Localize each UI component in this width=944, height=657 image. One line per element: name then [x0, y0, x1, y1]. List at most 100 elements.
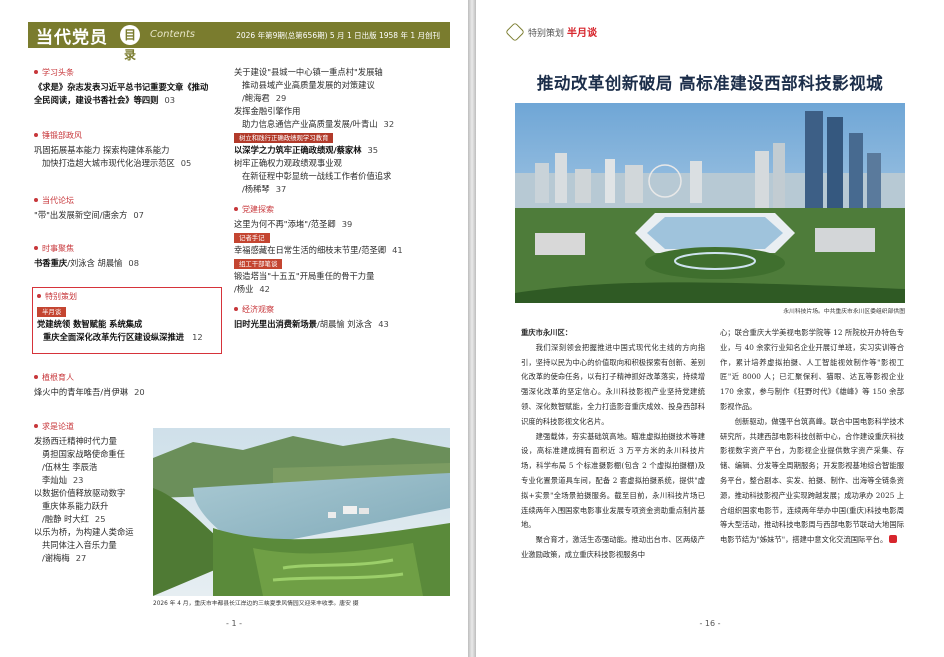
toc-section-tebie: 特别策划 半月谈 党建统领 数智赋能 系统集成 重庆全面深化改革先行区建设纵深推…: [37, 290, 227, 344]
contents-badge: 目录: [120, 25, 140, 62]
bullet-icon: [37, 294, 41, 298]
toc-entry: 重庆全面深化改革先行区建设纵深推进: [43, 332, 185, 342]
toc-entry: 加快打造超大城市现代化治理示范区: [42, 158, 175, 168]
section-title: 植根育人: [42, 373, 74, 382]
column-tag: 半月谈: [37, 307, 67, 317]
section-title: 学习头条: [42, 68, 74, 77]
column-brand: 半月谈: [567, 28, 598, 39]
column-tag: 组工干部笔谈: [234, 259, 283, 269]
toc-entry[interactable]: 在新征程中彰显统一战线工作者价值追求: [234, 170, 454, 183]
toc-entry: 烽火中的青年唯吾/肖伊琳: [34, 387, 129, 397]
section-title: 当代论坛: [42, 196, 74, 205]
page-number-footer: - 16 -: [699, 619, 721, 628]
page-number: 05: [180, 158, 192, 168]
toc-entry: 旧时光里出消费新场景: [234, 319, 317, 329]
article-paragraph: 心；联合重庆大学美视电影学院等 12 所院校开办特色专业，与 40 余家行业知名…: [720, 328, 904, 411]
page-number: 37: [275, 184, 287, 194]
bullet-icon: [234, 207, 238, 211]
bullet-icon: [34, 198, 38, 202]
toc-entry[interactable]: 发挥金融引擎作用: [234, 105, 454, 118]
toc-author: /谢梅梅: [42, 553, 70, 563]
toc-entry[interactable]: 发扬西迁精神时代力量: [34, 435, 152, 448]
toc-entry[interactable]: 推动县域产业高质量发展的对策建议: [234, 79, 454, 92]
toc-author: /胡晨愉 刘泳含: [316, 319, 373, 329]
issue-info: 2026 年第9期(总第656期) 5 月 1 日出版 1958 年 1 月创刊: [236, 31, 440, 40]
bullet-icon: [34, 424, 38, 428]
page-number: 12: [192, 332, 203, 342]
toc-entry: 这里为何不再"添堵"/范圣卿: [234, 219, 336, 229]
toc-entry[interactable]: 锻造塔当"十五五"开局重任的骨干力量: [234, 270, 454, 283]
toc-column-2: 关于建设"县城一中心镇一重点村"发展轴 推动县域产业高质量发展的对策建议 /鲍海…: [234, 66, 454, 331]
toc-author: /融静 时大红: [42, 514, 89, 524]
toc-section-shishi: 时事聚焦 书香重庆/刘泳含 胡晨愉 08: [34, 242, 234, 270]
article-column-left: 重庆市永川区： 我们深刻领会把握推进中国式现代化主线的方向指引，坚持以民为中心的…: [521, 326, 705, 563]
page-number: 03: [164, 95, 176, 105]
page-number: 29: [275, 93, 287, 103]
page-number: 39: [341, 219, 353, 229]
toc-entry[interactable]: 《求是》杂志发表习近平总书记重要文章《推动: [34, 81, 234, 94]
toc-section-biaogan: 锤锻部政风 巩固拓展基本能力 探索构建体系能力 加快打造超大城市现代化治理示范区…: [34, 129, 234, 170]
section-title: 经济观察: [242, 305, 274, 314]
section-title: 时事聚焦: [42, 244, 74, 253]
toc-author: /杨业: [234, 284, 254, 294]
toc-entry[interactable]: 重庆体系能力跃升: [34, 500, 152, 513]
toc-entry[interactable]: 以乐为桥，为构建人类命运: [34, 526, 152, 539]
end-mark-icon: [889, 535, 898, 544]
section-title: 锤锻部政风: [42, 131, 82, 140]
page-number: 07: [133, 210, 144, 220]
article-dateline: 重庆市永川区：: [521, 328, 573, 337]
page-number: 41: [392, 245, 403, 255]
book-gutter: [468, 0, 476, 657]
page-number: 23: [72, 475, 84, 485]
bullet-icon: [34, 70, 38, 74]
page-number-footer: - 1 -: [226, 619, 242, 628]
toc-entry: 全民阅读，建设书香社会》等四则: [34, 95, 159, 105]
hexagon-logo-icon: [505, 22, 525, 42]
toc-entry: 幸福感藏在日常生活的细枝末节里/范圣卿: [234, 245, 387, 255]
page-number: 20: [134, 387, 145, 397]
yangtze-river-photo: [153, 428, 450, 596]
photo-caption: 永川科技片场。中共重庆市永川区委组织部供图: [783, 309, 905, 315]
article-paragraph: 我们深刻领会把握推进中国式现代化主线的方向指引，坚持以民为中心的价值取向和积极探…: [521, 342, 705, 426]
masthead: 当代党员 目录 Contents 2026 年第9期(总第656期) 5 月 1…: [28, 22, 450, 62]
toc-entry[interactable]: 关于建设"县城一中心镇一重点村"发展轴: [234, 66, 454, 79]
column-tag: 树立和践行正确政绩观学习教育: [234, 133, 334, 143]
toc-section-yuren: 植根育人 烽火中的青年唯吾/肖伊琳 20: [34, 371, 234, 399]
column-tag: 记者手记: [234, 233, 270, 243]
toc-entry: 书香重庆: [34, 258, 68, 268]
toc-author: 李灿灿: [42, 475, 67, 485]
toc-author: /杨稀琴: [242, 184, 270, 194]
section-title: 党建探索: [242, 205, 274, 214]
toc-entry: 助力信息通信产业高质量发展/叶青山: [242, 119, 378, 129]
article-column-right: 心；联合重庆大学美视电影学院等 12 所院校开办特色专业，与 40 余家行业知名…: [720, 326, 904, 548]
toc-entry[interactable]: 巩固拓展基本能力 探索构建体系能力: [34, 144, 234, 157]
page-number: 08: [128, 258, 139, 268]
photo-caption: 2026 年 4 月，重庆市丰都县长江岸边的三峡夏季风情园又迎来丰收季。唐安 摄: [153, 601, 359, 607]
toc-entry[interactable]: 党建统领 数智赋能 系统集成: [37, 318, 227, 331]
page-number: 32: [383, 119, 395, 129]
article-paragraph: 创新驱动，做强平台筑高峰。联合中国电影科学技术研究所，共建西部电影科技创新中心，…: [720, 416, 904, 545]
toc-entry[interactable]: 以数据价值释放驱动数字: [34, 487, 152, 500]
article-headline: 推动改革创新破局 高标准建设西部科技影视城: [536, 74, 884, 93]
toc-author: /刘泳含 胡晨愉: [67, 258, 123, 268]
bullet-icon: [34, 246, 38, 250]
toc-entry[interactable]: 树牢正确权力观政绩观事业观: [234, 157, 454, 170]
section-title: 特别策划: [45, 292, 77, 301]
toc-entry: 以深学之力筑牢正确政绩观/蔡家林: [234, 145, 362, 155]
bullet-icon: [34, 133, 38, 137]
page-number: 43: [378, 319, 389, 329]
toc-entry[interactable]: 勇担国家战略使命重任: [34, 448, 152, 461]
column-header: 特别策划 半月谈: [505, 22, 598, 42]
magazine-logo: 当代党员: [36, 28, 108, 48]
toc-author: /鲍海君: [242, 93, 270, 103]
bullet-icon: [234, 307, 238, 311]
right-page: 特别策划 半月谈 推动改革创新破局 高标准建设西部科技影视城 永川科技片场。中共…: [476, 0, 944, 657]
toc-entry[interactable]: 共同体注入音乐力量: [34, 539, 152, 552]
left-page: 当代党员 目录 Contents 2026 年第9期(总第656期) 5 月 1…: [0, 0, 468, 657]
toc-section-luntan: 当代论坛 "带"出发展新空间/唐余方 07: [34, 194, 234, 222]
section-title: 求是论道: [42, 422, 74, 431]
column-label: 特别策划: [528, 29, 565, 39]
toc-section-qiushi: 求是论道 发扬西迁精神时代力量 勇担国家战略使命重任 /伍林生 李辰浩 李灿灿 2…: [34, 420, 152, 565]
page-number: 42: [259, 284, 270, 294]
bullet-icon: [34, 375, 38, 379]
